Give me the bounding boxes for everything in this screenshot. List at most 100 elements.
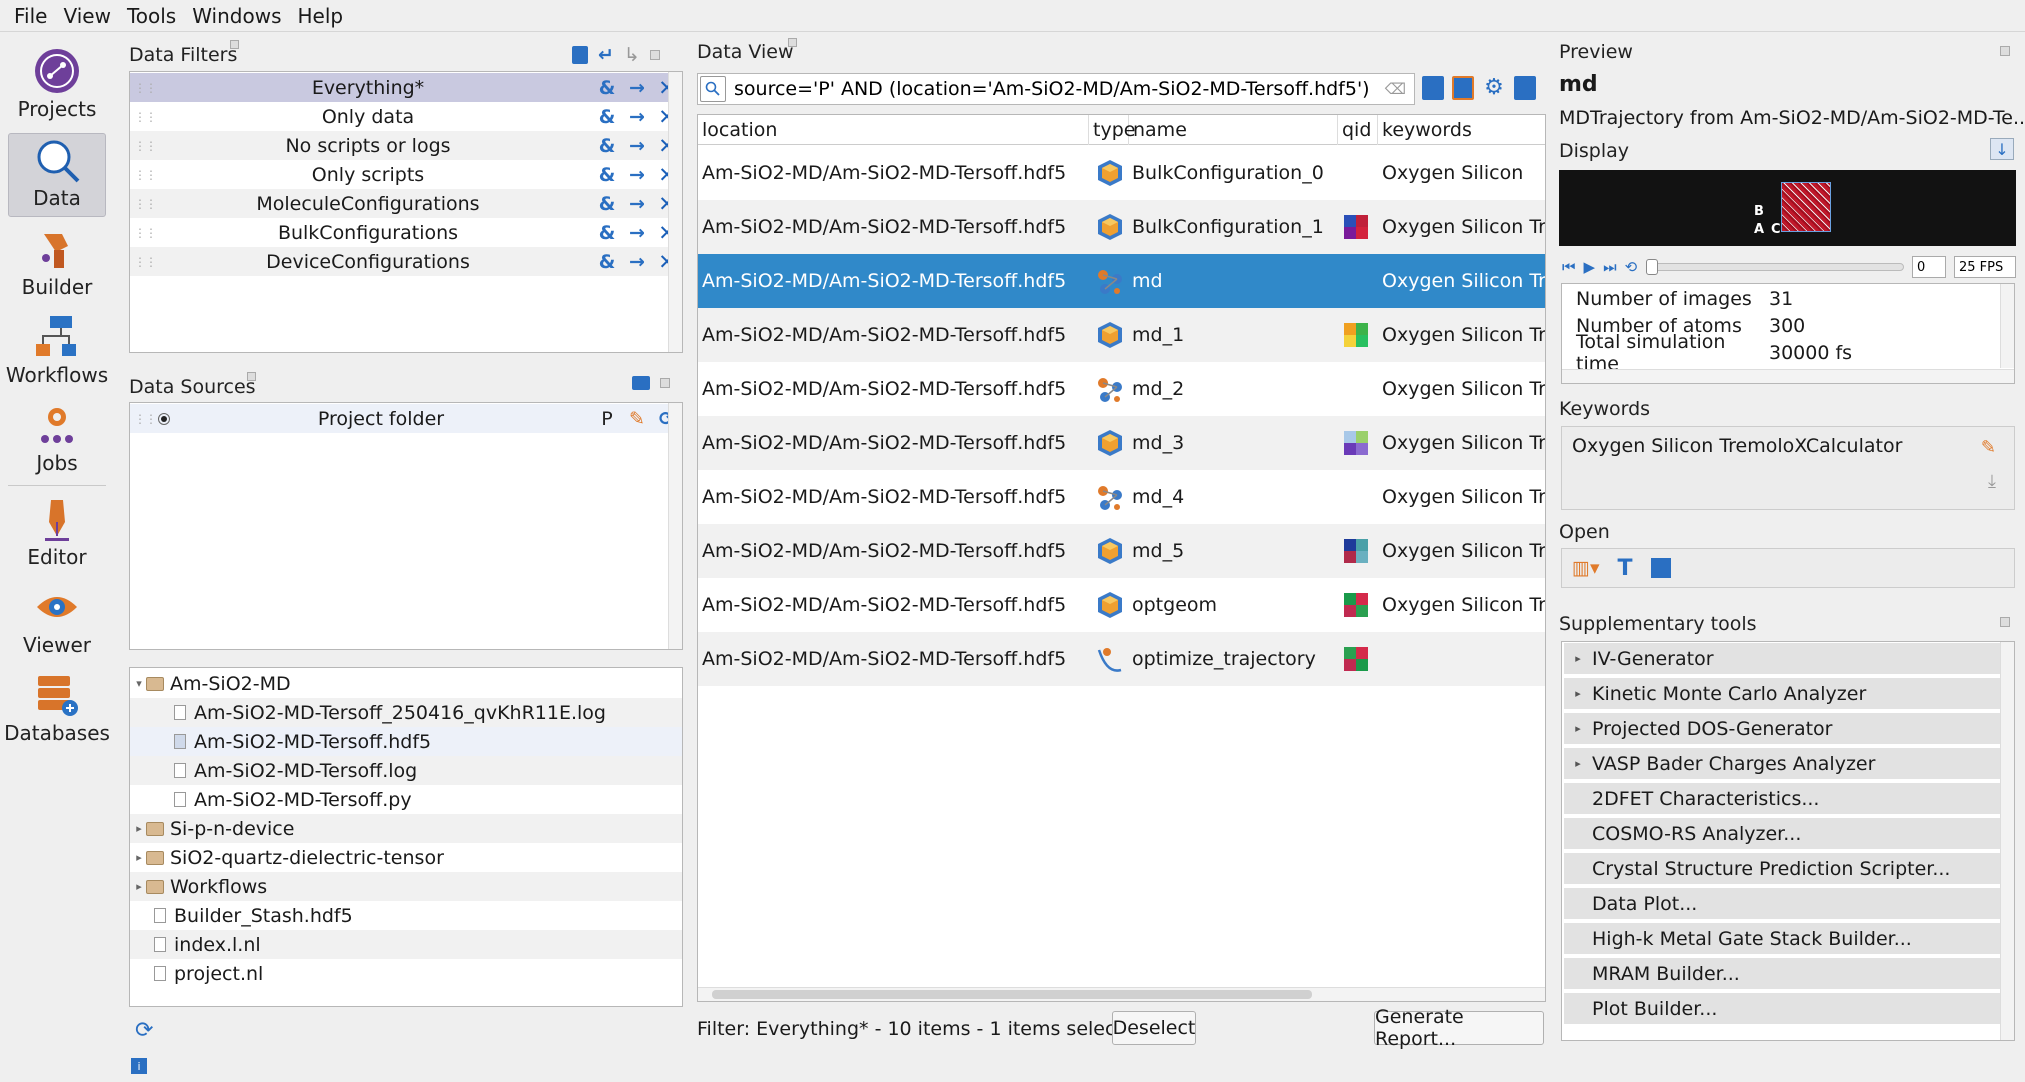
and-filter-button[interactable]: &	[592, 106, 622, 128]
frame-input[interactable]	[1912, 256, 1946, 278]
apply-arrow-icon[interactable]: →	[622, 193, 652, 215]
filter-row-device[interactable]: ⋮⋮ DeviceConfigurations & → ✕	[130, 247, 682, 276]
play-icon[interactable]: ▶	[1584, 258, 1596, 276]
table-row[interactable]: Am-SiO2-MD/Am-SiO2-MD-Tersoff.hdf5 md_1 Ox…	[698, 308, 1545, 362]
tool-mram-builder[interactable]: MRAM Builder...	[1564, 958, 2010, 991]
apply-arrow-icon[interactable]: →	[622, 106, 652, 128]
tree-file-hdf5[interactable]: Am-SiO2-MD-Tersoff.hdf5	[130, 727, 682, 756]
props-h-scrollbar[interactable]	[1562, 369, 2014, 383]
menu-view[interactable]: View	[55, 4, 118, 28]
table-row[interactable]: Am-SiO2-MD/Am-SiO2-MD-Tersoff.hdf5 BulkCo…	[698, 200, 1545, 254]
column-type[interactable]: type	[1089, 115, 1135, 145]
tool-crystal-structure[interactable]: Crystal Structure Prediction Scripter...	[1564, 853, 2010, 886]
drag-handle-icon[interactable]: ⋮⋮	[130, 226, 157, 240]
tree-folder-workflows[interactable]: ▸ Workflows	[130, 872, 682, 901]
column-qid[interactable]: qid	[1338, 115, 1378, 145]
menu-tools[interactable]: Tools	[119, 4, 184, 28]
expand-arrow-icon[interactable]: ▸	[1564, 652, 1592, 665]
export-filter-icon[interactable]	[1452, 76, 1474, 100]
and-filter-button[interactable]: &	[592, 77, 622, 99]
save-keywords-icon[interactable]: ⤓	[1988, 471, 1996, 492]
open-text-icon[interactable]: T	[1618, 556, 1633, 581]
apply-arrow-icon[interactable]: →	[622, 77, 652, 99]
filter-row-bulk[interactable]: ⋮⋮ BulkConfigurations & → ✕	[130, 218, 682, 247]
apply-arrow-icon[interactable]: →	[622, 222, 652, 244]
sources-scrollbar[interactable]	[668, 403, 682, 649]
clear-query-icon[interactable]: ⌫	[1377, 80, 1414, 98]
download-arrow-icon[interactable]: ↓	[1990, 138, 2014, 160]
table-row[interactable]: Am-SiO2-MD/Am-SiO2-MD-Tersoff.hdf5 md_4 Ox…	[698, 470, 1545, 524]
info-icon[interactable]: i	[131, 1058, 147, 1074]
first-frame-icon[interactable]: ⏮	[1562, 258, 1576, 276]
menu-help[interactable]: Help	[290, 4, 352, 28]
table-row[interactable]: Am-SiO2-MD/Am-SiO2-MD-Tersoff.hdf5 md_2 Ox…	[698, 362, 1545, 416]
tree-file-log[interactable]: Am-SiO2-MD-Tersoff_250416_qvKhR11E.log	[130, 698, 682, 727]
close-panel-icon[interactable]	[2000, 617, 2010, 627]
close-panel-icon[interactable]	[2000, 46, 2010, 56]
table-row[interactable]: Am-SiO2-MD/Am-SiO2-MD-Tersoff.hdf5 md Oxyg…	[698, 254, 1545, 308]
tree-folder-si-p-n[interactable]: ▸ Si-p-n-device	[130, 814, 682, 843]
drag-handle-icon[interactable]: ⋮⋮	[130, 168, 157, 182]
and-filter-button[interactable]: &	[592, 164, 622, 186]
tool-pdos-generator[interactable]: ▸ Projected DOS-Generator	[1564, 713, 2010, 746]
refresh-tree-icon[interactable]: ⟳	[135, 1018, 153, 1043]
tool-plot-builder[interactable]: Plot Builder...	[1564, 993, 2010, 1026]
export-icon[interactable]	[1422, 76, 1444, 100]
close-panel-icon[interactable]	[660, 378, 670, 388]
apply-arrow-icon[interactable]: →	[622, 135, 652, 157]
tree-file-tersoff-log[interactable]: Am-SiO2-MD-Tersoff.log	[130, 756, 682, 785]
tool-data-plot[interactable]: Data Plot...	[1564, 888, 2010, 921]
tree-folder-am-sio2-md[interactable]: ▾ Am-SiO2-MD	[130, 669, 682, 698]
drag-handle-icon[interactable]: ⋮⋮	[130, 110, 157, 124]
expand-arrow-icon[interactable]: ▸	[132, 880, 146, 893]
drag-handle-icon[interactable]: ⋮⋮	[130, 197, 157, 211]
redo-filter-icon[interactable]: ↳	[624, 44, 640, 66]
table-row[interactable]: Am-SiO2-MD/Am-SiO2-MD-Tersoff.hdf5 optgeo…	[698, 578, 1545, 632]
menu-windows[interactable]: Windows	[184, 4, 289, 28]
tool-2dfet[interactable]: 2DFET Characteristics...	[1564, 783, 2010, 816]
expand-arrow-icon[interactable]: ▸	[132, 822, 146, 835]
source-radio[interactable]	[158, 412, 170, 425]
expand-arrow-icon[interactable]: ▸	[1564, 722, 1592, 735]
table-row[interactable]: Am-SiO2-MD/Am-SiO2-MD-Tersoff.hdf5 BulkCo…	[698, 146, 1545, 200]
expand-arrow-icon[interactable]: ▸	[1564, 687, 1592, 700]
app-jobs-button[interactable]: Jobs	[8, 399, 106, 483]
expand-arrow-icon[interactable]: ▸	[1564, 757, 1592, 770]
app-projects-button[interactable]: Projects	[8, 45, 106, 129]
generate-report-button[interactable]: Generate Report...	[1374, 1006, 1544, 1050]
open-plot-icon[interactable]: ▥▾	[1572, 557, 1600, 579]
column-keywords[interactable]: keywords	[1378, 115, 1545, 145]
slider-handle[interactable]	[1646, 259, 1659, 275]
app-workflows-button[interactable]: Workflows	[6, 311, 108, 395]
tree-file-index[interactable]: index.l.nl	[130, 930, 682, 959]
app-databases-button[interactable]: Databases	[4, 669, 110, 753]
query-input[interactable]	[726, 77, 1377, 101]
menu-file[interactable]: File	[6, 4, 55, 28]
tool-vasp-bader[interactable]: ▸ VASP Bader Charges Analyzer	[1564, 748, 2010, 781]
loop-icon[interactable]: ⟲	[1625, 258, 1638, 276]
scroll-thumb[interactable]	[712, 990, 1312, 999]
app-viewer-button[interactable]: Viewer	[8, 581, 106, 665]
and-filter-button[interactable]: &	[592, 135, 622, 157]
tool-high-k[interactable]: High-k Metal Gate Stack Builder...	[1564, 923, 2010, 956]
tree-file-py[interactable]: Am-SiO2-MD-Tersoff.py	[130, 785, 682, 814]
filters-scrollbar[interactable]	[668, 72, 682, 352]
filter-row-only-scripts[interactable]: ⋮⋮ Only scripts & → ✕	[130, 160, 682, 189]
table-row[interactable]: Am-SiO2-MD/Am-SiO2-MD-Tersoff.hdf5 md_3 Ox…	[698, 416, 1545, 470]
fps-input[interactable]	[1954, 256, 2016, 278]
expand-arrow-icon[interactable]: ▸	[132, 851, 146, 864]
close-panel-icon[interactable]	[649, 50, 660, 60]
and-filter-button[interactable]: &	[592, 193, 622, 215]
open-viewer-icon[interactable]	[1650, 558, 1671, 578]
drag-handle-icon[interactable]: ⋮⋮	[130, 412, 157, 426]
tool-iv-generator[interactable]: ▸ IV-Generator	[1564, 643, 2010, 676]
frame-slider[interactable]	[1646, 259, 1904, 275]
tool-kmc-analyzer[interactable]: ▸ Kinetic Monte Carlo Analyzer	[1564, 678, 2010, 711]
table-h-scrollbar[interactable]	[698, 987, 1545, 1001]
apply-arrow-icon[interactable]: →	[622, 164, 652, 186]
tree-folder-sio2-quartz[interactable]: ▸ SiO2-quartz-dielectric-tensor	[130, 843, 682, 872]
apply-filter-icon[interactable]: ↵	[598, 44, 614, 66]
table-row[interactable]: Am-SiO2-MD/Am-SiO2-MD-Tersoff.hdf5 md_5 Ox…	[698, 524, 1545, 578]
filter-row-only-data[interactable]: ⋮⋮ Only data & → ✕	[130, 102, 682, 131]
new-filter-icon[interactable]	[572, 46, 588, 64]
